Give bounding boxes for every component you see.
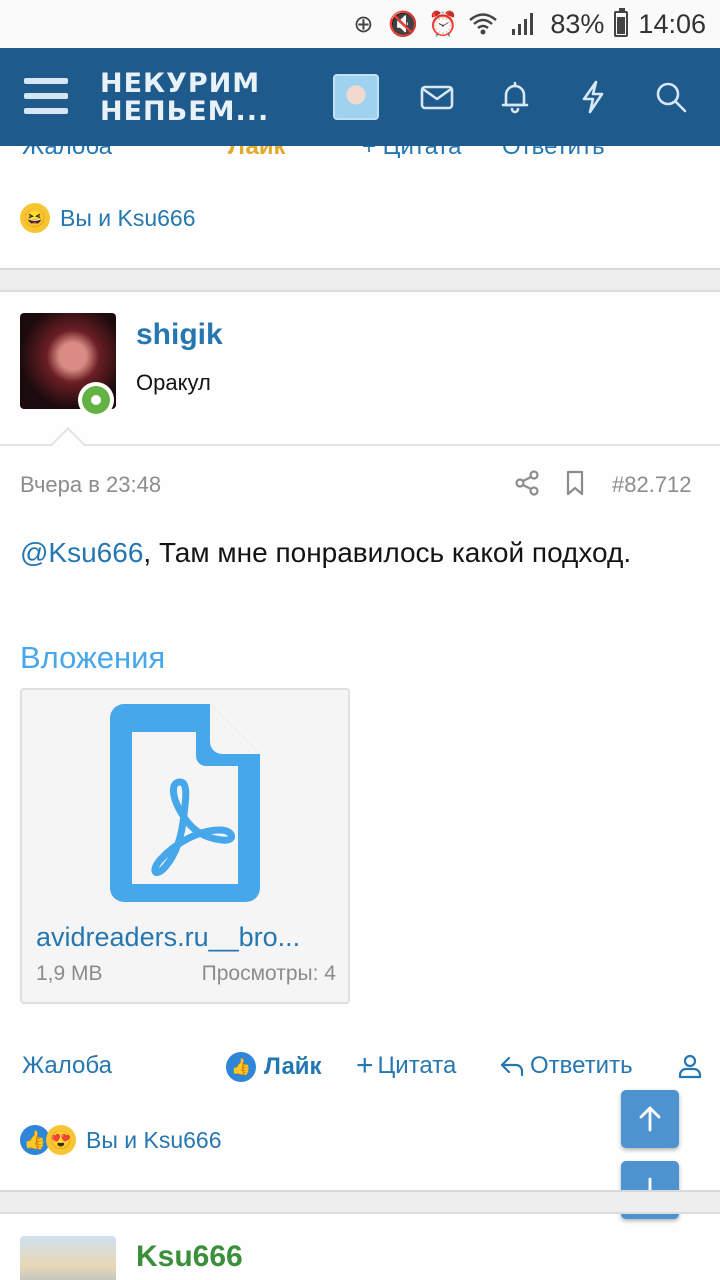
mute-icon: 🔇 [388,10,419,38]
menu-icon[interactable] [24,78,68,114]
data-saver-icon: ⊕ [353,10,374,38]
site-logo[interactable]: НЕКУРИМ НЕПЬЕМ... [100,70,269,126]
laugh-reaction-icon: 😆 [20,203,50,233]
search-icon[interactable] [648,74,694,120]
love-reaction-icon: 😍 [46,1125,76,1155]
post-separator [0,268,720,292]
signal-icon [506,7,540,41]
clock: 14:06 [638,8,706,39]
previous-post-actions: Жалоба Лайк + Цитата Ответить [0,146,720,158]
post-number[interactable]: #82.712 [612,472,692,498]
next-author-avatar[interactable] [20,1236,116,1280]
status-bar: ⊕ 🔇 ⏰ 83% 14:06 [0,0,720,48]
previous-like-link[interactable]: Лайк [228,146,286,158]
attachment-views: Просмотры: 4 [201,962,336,985]
author-title: Оракул [136,370,211,395]
quote-label: Цитата [377,1052,457,1079]
post-header-divider [0,444,720,446]
attachment-size: 1,9 MB [36,962,103,985]
post-actions: Жалоба 👍 Лайк + Цитата Ответить [0,1048,720,1088]
wifi-icon [466,7,500,41]
reply-icon [500,1056,524,1077]
message-text: , Там мне понравилось какой подход. [143,537,632,568]
bookmark-icon[interactable] [560,468,590,498]
reactions-text: Вы и Ksu666 [60,204,196,231]
previous-reply-link[interactable]: Ответить [502,146,605,158]
attachments-heading: Вложения [20,640,166,675]
app-header: НЕКУРИМ НЕПЬЕМ... [0,48,720,146]
inbox-icon[interactable] [414,74,460,120]
like-label: Лайк [264,1053,322,1080]
user-mention[interactable]: @Ksu666 [20,537,143,568]
scroll-up-button[interactable] [621,1090,679,1148]
post-reactions[interactable]: 👍 😍 Вы и Ksu666 [20,1125,222,1155]
post-message: @Ksu666, Там мне понравилось какой подхо… [20,530,700,575]
previous-post-reactions[interactable]: 😆 Вы и Ksu666 [20,203,196,233]
previous-report-link[interactable]: Жалоба [22,146,112,158]
lightning-icon[interactable] [570,74,616,120]
online-status-icon [78,382,114,418]
logo-line2: НЕПЬЕМ... [100,96,270,127]
like-button[interactable]: 👍 Лайк [226,1052,322,1082]
share-icon[interactable] [512,468,542,498]
account-avatar[interactable] [333,74,379,120]
plus-icon: + [356,1049,374,1082]
alarm-icon: ⏰ [428,10,459,38]
pdf-file-icon [110,702,264,904]
attachment-filename[interactable]: avidreaders.ru__bro... [36,922,340,953]
author-username[interactable]: shigik [136,318,223,352]
logo-line1: НЕКУРИМ [100,68,261,99]
bell-icon[interactable] [492,74,538,120]
reply-label: Ответить [530,1052,633,1079]
post-separator [0,1190,720,1214]
battery-percent: 83% [550,8,605,39]
report-link[interactable]: Жалоба [22,1052,112,1080]
post-date[interactable]: Вчера в 23:48 [20,472,161,498]
previous-quote-link[interactable]: + Цитата [362,146,461,158]
arrow-up-icon [639,1106,661,1132]
post-pointer [51,427,85,461]
attachment-card[interactable]: avidreaders.ru__bro... 1,9 MB Просмотры:… [20,688,350,1004]
reactions-text: Вы и Ksu666 [86,1126,222,1153]
thumbs-up-icon: 👍 [226,1052,256,1082]
battery-icon [614,8,629,37]
user-menu-icon[interactable] [676,1052,708,1080]
next-author-username[interactable]: Ksu666 [136,1240,243,1274]
quote-button[interactable]: + Цитата [356,1049,457,1082]
reply-button[interactable]: Ответить [498,1052,633,1080]
